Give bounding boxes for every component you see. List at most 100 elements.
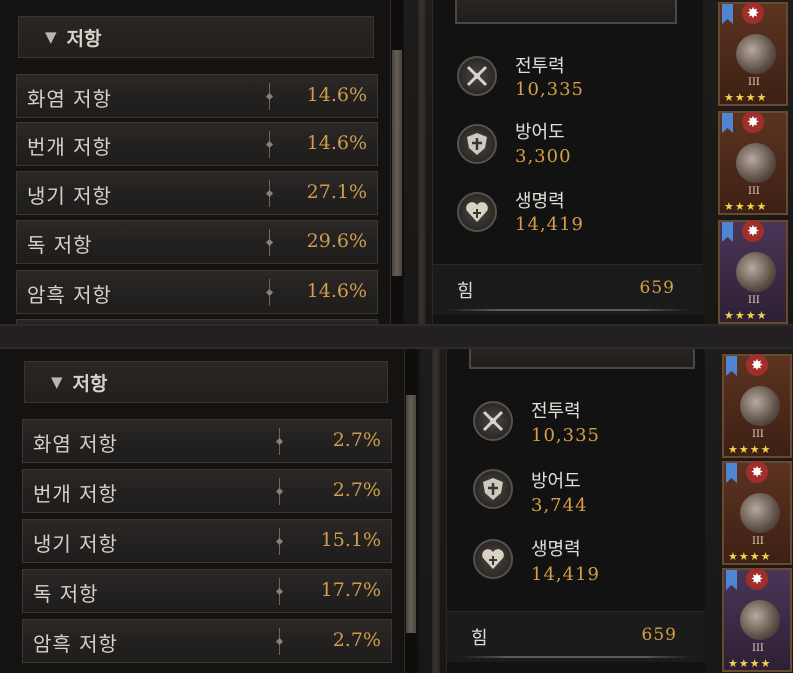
stat-name-attack: 전투력 <box>531 401 581 422</box>
resistance-label: 번개 저항 <box>33 482 118 506</box>
equipment-card-1[interactable]: ✸ III ★★★★ <box>722 354 792 458</box>
stat-value-attack: 10,335 <box>531 425 600 446</box>
stat-name-life: 생명력 <box>531 539 581 560</box>
character-stats-panel-top: ▼ 저항 화염 저항 14.6% 번개 저항 14.6% 냉기 저항 27.1%… <box>0 0 793 324</box>
resistance-row-shadow[interactable]: 암흑 저항 14.6% <box>16 270 378 314</box>
strength-row[interactable]: 힘 659 <box>433 264 703 315</box>
resistance-row-shadow[interactable]: 암흑 저항 2.7% <box>22 619 392 663</box>
collapse-triangle-icon: ▼ <box>45 28 57 46</box>
crossed-swords-icon <box>457 56 497 96</box>
resistance-label: 냉기 저항 <box>27 184 112 208</box>
resistance-value: 27.1% <box>306 181 367 203</box>
row-divider <box>269 83 270 110</box>
resistance-header[interactable]: ▼ 저항 <box>24 361 388 403</box>
top-menu-button[interactable] <box>469 349 695 369</box>
stat-value-life: 14,419 <box>515 214 584 235</box>
bookmark-icon <box>722 222 733 242</box>
resistance-label: 화염 저항 <box>33 432 118 456</box>
equipment-card-1[interactable]: ✸ III ★★★★ <box>718 2 788 106</box>
resistance-value: 14.6% <box>306 132 367 154</box>
rating-stars: ★★★★ <box>728 657 772 670</box>
resistance-value: 14.6% <box>306 280 367 302</box>
tier-label: III <box>752 536 764 547</box>
resistance-row-cold[interactable]: 냉기 저항 27.1% <box>16 171 378 215</box>
resistance-label: 암흑 저항 <box>27 283 112 307</box>
resistance-value: 15.1% <box>320 529 381 551</box>
strength-row[interactable]: 힘 659 <box>447 611 705 662</box>
rating-stars: ★★★★ <box>724 91 768 104</box>
resistance-section: ▼ 저항 화염 저항 2.7% 번개 저항 2.7% 냉기 저항 15.1% 독… <box>0 349 420 673</box>
star-badge-icon: ✸ <box>746 461 768 483</box>
equipment-card-2[interactable]: ✸ III ★★★★ <box>722 461 792 565</box>
tier-label: III <box>748 186 760 197</box>
row-underline <box>447 309 689 311</box>
resistance-scrollbar[interactable] <box>404 349 417 673</box>
resistance-label: 냉기 저항 <box>33 532 118 556</box>
resistance-label: 화염 저항 <box>27 87 112 111</box>
collapse-triangle-icon: ▼ <box>51 373 63 391</box>
frame-border <box>432 349 440 673</box>
crossed-swords-icon <box>473 401 513 441</box>
rating-stars: ★★★★ <box>724 200 768 213</box>
strength-value: 659 <box>641 625 677 645</box>
tier-label: III <box>752 429 764 440</box>
stat-name-armor: 방어도 <box>515 122 565 143</box>
scrollbar-thumb[interactable] <box>392 50 402 276</box>
top-menu-button[interactable] <box>455 0 677 24</box>
resistance-row-lightning[interactable]: 번개 저항 2.7% <box>22 469 392 513</box>
panel-separator <box>0 324 793 349</box>
tier-label: III <box>748 295 760 306</box>
equipment-card-3[interactable]: ✸ III ★★★★ <box>718 220 788 324</box>
bookmark-icon <box>726 356 737 376</box>
resistance-scrollbar[interactable] <box>390 0 403 324</box>
star-badge-icon: ✸ <box>746 354 768 376</box>
resistance-row-fire[interactable]: 화염 저항 2.7% <box>22 419 392 463</box>
equipment-card-3[interactable]: ✸ III ★★★★ <box>722 568 792 672</box>
bookmark-icon <box>726 570 737 590</box>
rating-stars: ★★★★ <box>728 550 772 563</box>
resistance-label: 번개 저항 <box>27 135 112 159</box>
resistance-label: 독 저항 <box>33 582 99 606</box>
amulet-gem-icon <box>740 386 780 426</box>
stat-value-attack: 10,335 <box>515 79 584 100</box>
stats-section: 전투력 10,335 방어도 3,300 생명력 14,419 힘 659 <box>432 0 703 324</box>
row-divider <box>269 131 270 158</box>
tier-label: III <box>748 77 760 88</box>
ring-gem-icon <box>736 143 776 183</box>
stat-name-life: 생명력 <box>515 191 565 212</box>
equipment-card-2[interactable]: ✸ III ★★★★ <box>718 111 788 215</box>
amulet-gem-icon <box>736 34 776 74</box>
star-badge-icon: ✸ <box>742 220 764 242</box>
scrollbar-thumb[interactable] <box>406 395 416 633</box>
strength-label: 힘 <box>471 628 488 649</box>
stat-value-life: 14,419 <box>531 564 600 585</box>
stat-name-armor: 방어도 <box>531 471 581 492</box>
bookmark-icon <box>722 4 733 24</box>
heart-icon <box>457 192 497 232</box>
star-badge-icon: ✸ <box>742 2 764 24</box>
row-divider <box>269 279 270 306</box>
resistance-row-lightning[interactable]: 번개 저항 14.6% <box>16 122 378 166</box>
stat-name-attack: 전투력 <box>515 56 565 77</box>
resistance-header[interactable]: ▼ 저항 <box>18 16 374 58</box>
resistance-value: 14.6% <box>306 84 367 106</box>
resistance-label: 암흑 저항 <box>33 632 118 656</box>
rating-stars: ★★★★ <box>724 309 768 322</box>
resistance-value: 2.7% <box>332 429 381 451</box>
stats-section: 전투력 10,335 방어도 3,744 생명력 14,419 힘 659 <box>446 349 705 673</box>
resistance-row-fire[interactable]: 화염 저항 14.6% <box>16 74 378 118</box>
resistance-value: 2.7% <box>332 479 381 501</box>
ring-gem-icon <box>736 252 776 292</box>
resistance-row-cold[interactable]: 냉기 저항 15.1% <box>22 519 392 563</box>
row-divider <box>279 528 280 555</box>
character-stats-panel-bottom: ▼ 저항 화염 저항 2.7% 번개 저항 2.7% 냉기 저항 15.1% 독… <box>0 349 793 673</box>
resistance-row-poison[interactable]: 독 저항 17.7% <box>22 569 392 613</box>
ring-gem-icon <box>740 493 780 533</box>
star-badge-icon: ✸ <box>746 568 768 590</box>
resistance-value: 2.7% <box>332 629 381 651</box>
row-underline <box>461 656 691 658</box>
resistance-label: 독 저항 <box>27 233 93 257</box>
rating-stars: ★★★★ <box>728 443 772 456</box>
resistance-row-poison[interactable]: 독 저항 29.6% <box>16 220 378 264</box>
row-divider <box>279 428 280 455</box>
